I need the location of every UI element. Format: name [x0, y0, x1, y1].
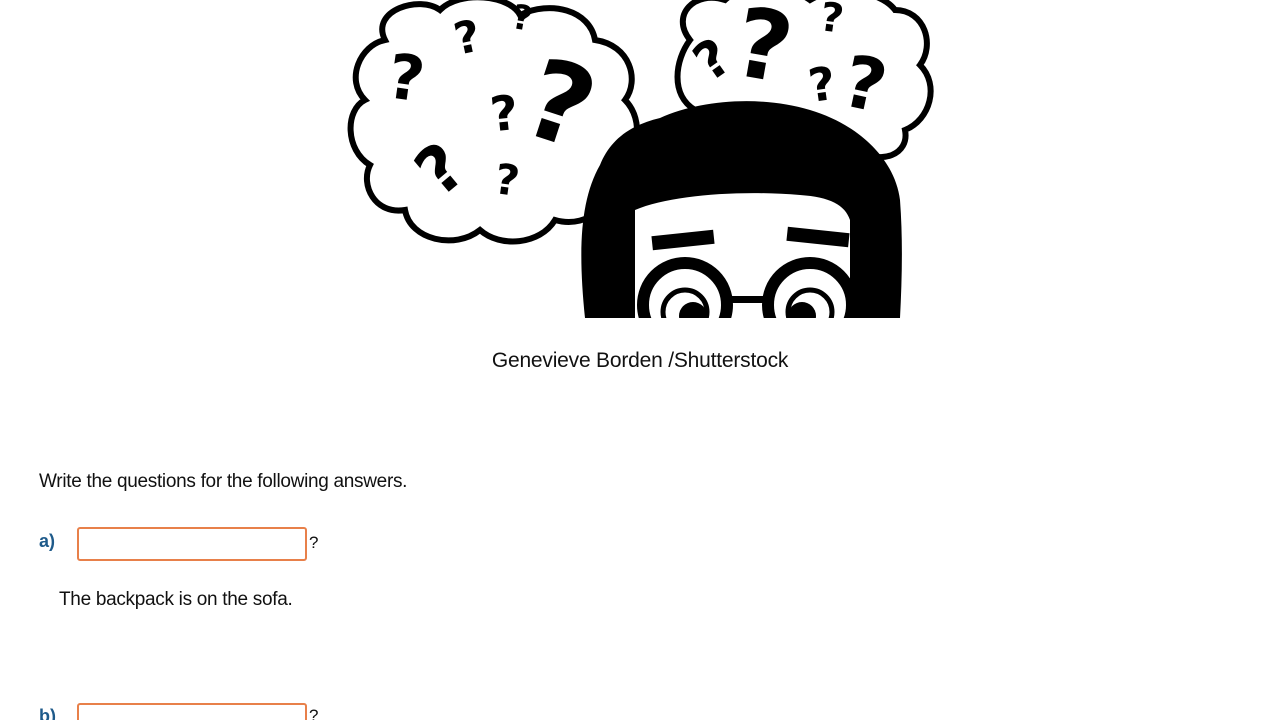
- confused-person-question-marks-icon: ? ? ? ? ? ? ? ? ? ? ? ?: [347, 0, 934, 318]
- item-b-question-mark: ?: [309, 706, 319, 720]
- item-a-answer-text: The backpack is on the sofa.: [59, 589, 293, 610]
- item-a-label: a): [39, 531, 56, 551]
- exercise-instructions: Write the questions for the following an…: [39, 471, 408, 492]
- item-a-answer-input[interactable]: [77, 527, 307, 561]
- image-credit: Genevieve Borden /Shutterstock: [491, 349, 789, 372]
- item-b-label: b): [39, 706, 56, 720]
- head-icon: [581, 101, 902, 318]
- item-a-question-mark: ?: [309, 533, 319, 552]
- exercise-page: ? ? ? ? ? ? ? ? ? ? ? ? Genevieve Borden…: [0, 0, 1280, 720]
- item-b-answer-input[interactable]: [77, 703, 307, 720]
